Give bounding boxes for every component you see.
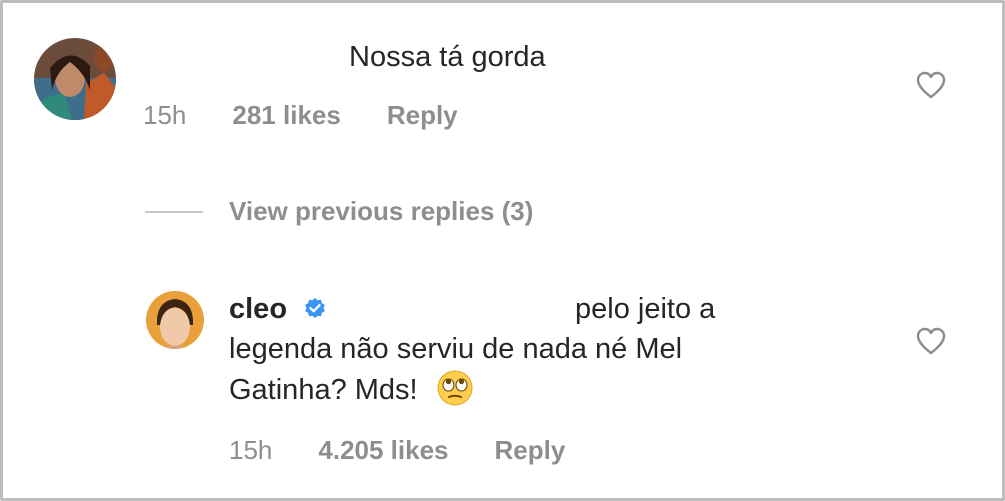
view-replies-label: View previous replies (3) — [229, 196, 534, 226]
comment-text: Nossa tá gorda — [349, 41, 546, 73]
comment-time: 15h — [143, 100, 187, 130]
rolling-eyes-emoji-icon — [436, 369, 474, 418]
divider-line — [145, 210, 203, 213]
comment-text-line2: legenda não serviu de nada né Mel — [229, 333, 683, 365]
comment-text-line3: Gatinha? Mds! — [229, 374, 418, 406]
view-previous-replies-button[interactable]: View previous replies (3) — [145, 196, 533, 227]
likes-count[interactable]: 4.205 likes — [318, 435, 448, 466]
heart-outline-icon[interactable] — [916, 71, 946, 99]
username[interactable]: cleo — [229, 293, 287, 325]
comment-text-line1: pelo jeito a — [575, 293, 716, 325]
reply-button[interactable]: Reply — [387, 100, 458, 131]
comment-body: cleo pelo jeito a legenda não serviu de … — [229, 289, 829, 409]
avatar[interactable] — [34, 38, 116, 120]
comment-meta: 15h 4.205 likes Reply — [229, 435, 565, 466]
likes-count[interactable]: 281 likes — [232, 100, 340, 131]
heart-outline-icon[interactable] — [916, 327, 946, 355]
reply-button[interactable]: Reply — [495, 435, 566, 466]
verified-badge-icon — [303, 292, 327, 332]
comment-time: 15h — [229, 435, 273, 465]
avatar[interactable] — [146, 291, 204, 349]
comment-meta: 15h 281 likes Reply — [143, 100, 458, 131]
